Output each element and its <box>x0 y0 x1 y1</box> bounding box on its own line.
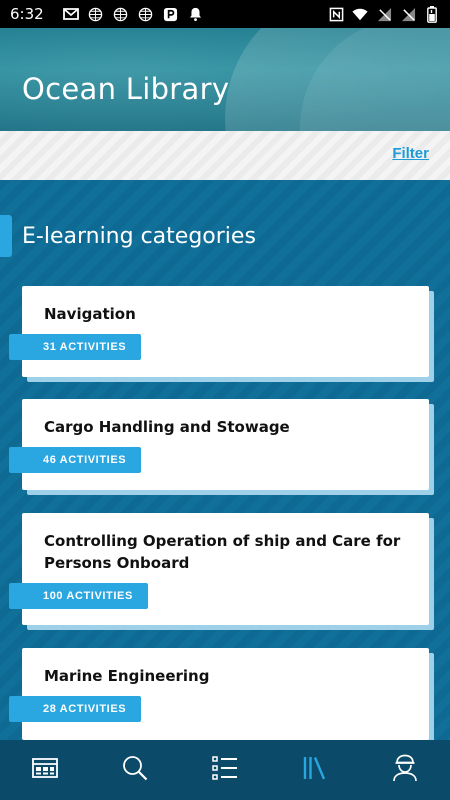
status-bar: 6:32 <box>0 0 450 28</box>
section-title: E-learning categories <box>22 224 256 249</box>
p-icon <box>163 6 179 22</box>
gmail-icon <box>62 6 79 22</box>
category-card-cargo-handling[interactable]: Cargo Handling and Stowage 46 ACTIVITIES <box>9 399 429 490</box>
profile-icon <box>392 754 418 787</box>
bottom-nav <box>0 740 450 800</box>
app-header: Ocean Library <box>0 28 450 131</box>
category-card-marine-engineering[interactable]: Marine Engineering 28 ACTIVITIES <box>9 648 429 740</box>
category-title: Marine Engineering <box>44 667 210 685</box>
activities-badge: 28 ACTIVITIES <box>9 696 142 722</box>
nav-profile[interactable] <box>380 745 430 795</box>
globe-icon <box>113 6 129 22</box>
category-card-controlling-operation[interactable]: Controlling Operation of ship and Care f… <box>9 513 429 625</box>
nav-library[interactable] <box>290 745 340 795</box>
category-title: Navigation <box>44 305 136 323</box>
activities-badge: 31 ACTIVITIES <box>9 334 142 360</box>
list-icon <box>212 755 238 785</box>
search-icon <box>122 755 148 786</box>
globe-icon <box>138 6 154 22</box>
category-title: Cargo Handling and Stowage <box>44 418 290 436</box>
section-accent <box>0 215 12 257</box>
nav-search[interactable] <box>110 745 160 795</box>
activities-badge: 46 ACTIVITIES <box>9 447 142 473</box>
signal-off-icon <box>400 6 416 22</box>
nav-list[interactable] <box>200 745 250 795</box>
category-title: Controlling Operation of ship and Care f… <box>44 532 401 572</box>
nfc-icon <box>328 6 344 22</box>
activities-badge: 100 ACTIVITIES <box>9 583 148 609</box>
dashboard-icon <box>32 757 58 784</box>
page-title: Ocean Library <box>22 72 230 106</box>
status-right <box>328 0 440 28</box>
signal-off-icon <box>376 6 392 22</box>
wifi-icon <box>352 6 368 22</box>
status-left: 6:32 <box>0 5 204 23</box>
filter-link[interactable]: Filter <box>392 145 429 162</box>
filter-bar: Filter <box>0 131 450 180</box>
category-list[interactable]: E-learning categories Navigation 31 ACTI… <box>0 180 450 740</box>
library-icon <box>302 755 328 786</box>
category-card-navigation[interactable]: Navigation 31 ACTIVITIES <box>9 286 429 377</box>
globe-icon <box>88 6 104 22</box>
bell-icon <box>188 6 204 22</box>
nav-dashboard[interactable] <box>20 745 70 795</box>
status-time: 6:32 <box>10 5 44 23</box>
battery-icon <box>424 5 440 23</box>
